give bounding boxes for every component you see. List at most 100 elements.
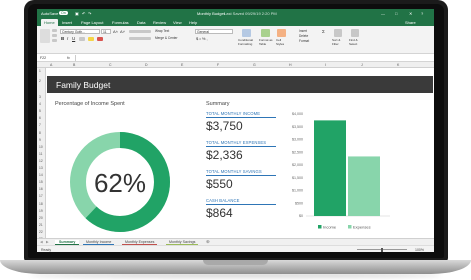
column-header[interactable]: D bbox=[145, 63, 148, 67]
title-banner: Family Budget bbox=[47, 76, 433, 93]
ribbon: Century Goth... 11 A˄ A˅ B I U Wrap Text… bbox=[37, 26, 434, 54]
y-tick-label: $4,000 bbox=[292, 112, 303, 116]
worksheet[interactable]: Family Budget Percentage of Income Spent… bbox=[46, 68, 434, 238]
donut-percentage: 62% bbox=[94, 168, 146, 198]
share-button[interactable]: Share bbox=[405, 20, 416, 25]
align-top-icon[interactable] bbox=[129, 30, 151, 33]
fill-color-icon[interactable] bbox=[88, 37, 94, 41]
column-header[interactable]: F bbox=[217, 63, 219, 67]
row-header[interactable]: 21 bbox=[39, 223, 43, 227]
tab-view[interactable]: View bbox=[173, 20, 182, 25]
row-header[interactable]: 8 bbox=[39, 131, 41, 135]
column-header[interactable]: H bbox=[289, 63, 292, 67]
row-header[interactable]: 22 bbox=[39, 230, 43, 234]
merge-center-button[interactable]: Merge & Center bbox=[155, 36, 178, 40]
font-color-icon[interactable] bbox=[97, 37, 103, 41]
row-header[interactable]: 11 bbox=[39, 152, 42, 156]
currency-icon[interactable]: $ • % , bbox=[196, 36, 208, 41]
row-header[interactable]: 5 bbox=[39, 109, 41, 113]
fx-icon[interactable]: fx bbox=[67, 56, 70, 60]
column-header[interactable]: J bbox=[361, 63, 363, 67]
cell-styles-label: Cell Styles bbox=[276, 38, 285, 46]
align-left-icon[interactable] bbox=[129, 37, 151, 40]
autosave-toggle[interactable]: On bbox=[59, 10, 68, 15]
copy-icon[interactable] bbox=[52, 34, 57, 37]
row-header[interactable]: 1 bbox=[39, 69, 41, 73]
paste-icon[interactable] bbox=[40, 29, 50, 43]
grow-font-icon[interactable]: A˄ bbox=[113, 29, 118, 34]
shrink-font-icon[interactable]: A˅ bbox=[120, 29, 125, 34]
tab-home[interactable]: Home bbox=[41, 19, 58, 26]
column-header[interactable]: G bbox=[253, 63, 256, 67]
column-header[interactable]: B bbox=[73, 63, 75, 67]
row-header[interactable]: 13 bbox=[39, 166, 43, 170]
column-header[interactable]: C bbox=[109, 63, 112, 67]
summary-label-expenses: TOTAL MONTHLY EXPENSES bbox=[206, 140, 267, 145]
save-icon[interactable]: ▣ bbox=[75, 11, 79, 16]
sort-filter-icon[interactable] bbox=[334, 29, 342, 37]
bar-income[interactable] bbox=[314, 120, 346, 216]
bar-expenses[interactable] bbox=[348, 156, 380, 216]
delete-cells-button[interactable]: Delete bbox=[299, 34, 308, 38]
row-header[interactable]: 17 bbox=[39, 194, 43, 198]
borders-icon[interactable] bbox=[79, 37, 85, 41]
format-cells-button[interactable]: Format bbox=[299, 39, 309, 43]
row-header[interactable]: 10 bbox=[39, 145, 43, 149]
bold-button[interactable]: B bbox=[61, 36, 64, 41]
tab-formulas[interactable]: Formulas bbox=[112, 20, 129, 25]
insert-cells-button[interactable]: Insert bbox=[299, 29, 307, 33]
scroll-right-icon[interactable]: ▶ bbox=[46, 240, 49, 244]
cell-styles-icon[interactable] bbox=[277, 29, 286, 37]
row-header[interactable]: 14 bbox=[39, 173, 43, 177]
row-header[interactable]: 20 bbox=[39, 216, 43, 220]
close-icon[interactable]: ✕ bbox=[409, 11, 412, 16]
row-header[interactable]: 18 bbox=[39, 202, 43, 206]
document-title: Monthly Budget bbox=[197, 11, 225, 16]
row-header[interactable]: 6 bbox=[39, 116, 41, 120]
summary-underline bbox=[206, 204, 276, 205]
column-header[interactable]: K bbox=[397, 63, 399, 67]
find-select-icon[interactable] bbox=[351, 29, 359, 37]
tab-review[interactable]: Review bbox=[153, 20, 166, 25]
redo-icon[interactable]: ↷ bbox=[88, 11, 91, 16]
cut-icon[interactable] bbox=[52, 29, 57, 32]
row-header[interactable]: 12 bbox=[39, 159, 43, 163]
font-name-select[interactable]: Century Goth... bbox=[60, 29, 100, 34]
wrap-text-button[interactable]: Wrap Text bbox=[155, 29, 169, 33]
row-header[interactable]: 19 bbox=[39, 209, 43, 213]
restore-icon[interactable]: □ bbox=[395, 11, 397, 16]
scroll-left-icon[interactable]: ◀ bbox=[40, 240, 43, 244]
tab-data[interactable]: Data bbox=[137, 20, 145, 25]
row-header[interactable]: 3 bbox=[39, 95, 41, 99]
row-header[interactable]: 15 bbox=[39, 180, 43, 184]
help-icon[interactable]: ? bbox=[421, 11, 423, 16]
column-header[interactable]: I bbox=[325, 63, 326, 67]
underline-button[interactable]: U bbox=[72, 36, 75, 41]
column-header[interactable]: E bbox=[181, 63, 183, 67]
name-box[interactable]: F22 bbox=[40, 56, 46, 60]
row-header[interactable]: 4 bbox=[39, 102, 41, 106]
zoom-level[interactable]: 100% bbox=[415, 248, 424, 252]
row-header[interactable]: 16 bbox=[39, 187, 43, 191]
format-table-icon[interactable] bbox=[261, 29, 270, 37]
tab-page-layout[interactable]: Page Layout bbox=[81, 20, 103, 25]
zoom-slider-thumb[interactable] bbox=[381, 247, 383, 252]
number-format-select[interactable]: General bbox=[195, 29, 233, 34]
tab-help[interactable]: Help bbox=[189, 20, 197, 25]
font-size-select[interactable]: 11 bbox=[101, 29, 111, 34]
column-header[interactable]: A bbox=[50, 63, 52, 67]
minimize-icon[interactable]: — bbox=[381, 11, 385, 16]
conditional-formatting-icon[interactable] bbox=[242, 29, 251, 37]
row-header[interactable]: 2 bbox=[39, 79, 41, 83]
formula-input[interactable] bbox=[75, 55, 431, 61]
undo-icon[interactable]: ↶ bbox=[82, 11, 85, 16]
row-header[interactable]: 7 bbox=[39, 123, 41, 127]
autosum-icon[interactable]: Σ bbox=[322, 29, 325, 34]
income-expenses-chart[interactable]: $4,000 $3,500 $3,000 $2,500 $2,000 $1,500 $1,0… bbox=[282, 110, 394, 235]
row-header[interactable]: 9 bbox=[39, 138, 41, 142]
status-bar: Ready 100% bbox=[37, 245, 434, 252]
tab-insert[interactable]: Insert bbox=[62, 20, 72, 25]
italic-button[interactable]: I bbox=[67, 36, 68, 41]
format-painter-icon[interactable] bbox=[52, 39, 57, 42]
summary-value-savings: $550 bbox=[206, 177, 233, 191]
